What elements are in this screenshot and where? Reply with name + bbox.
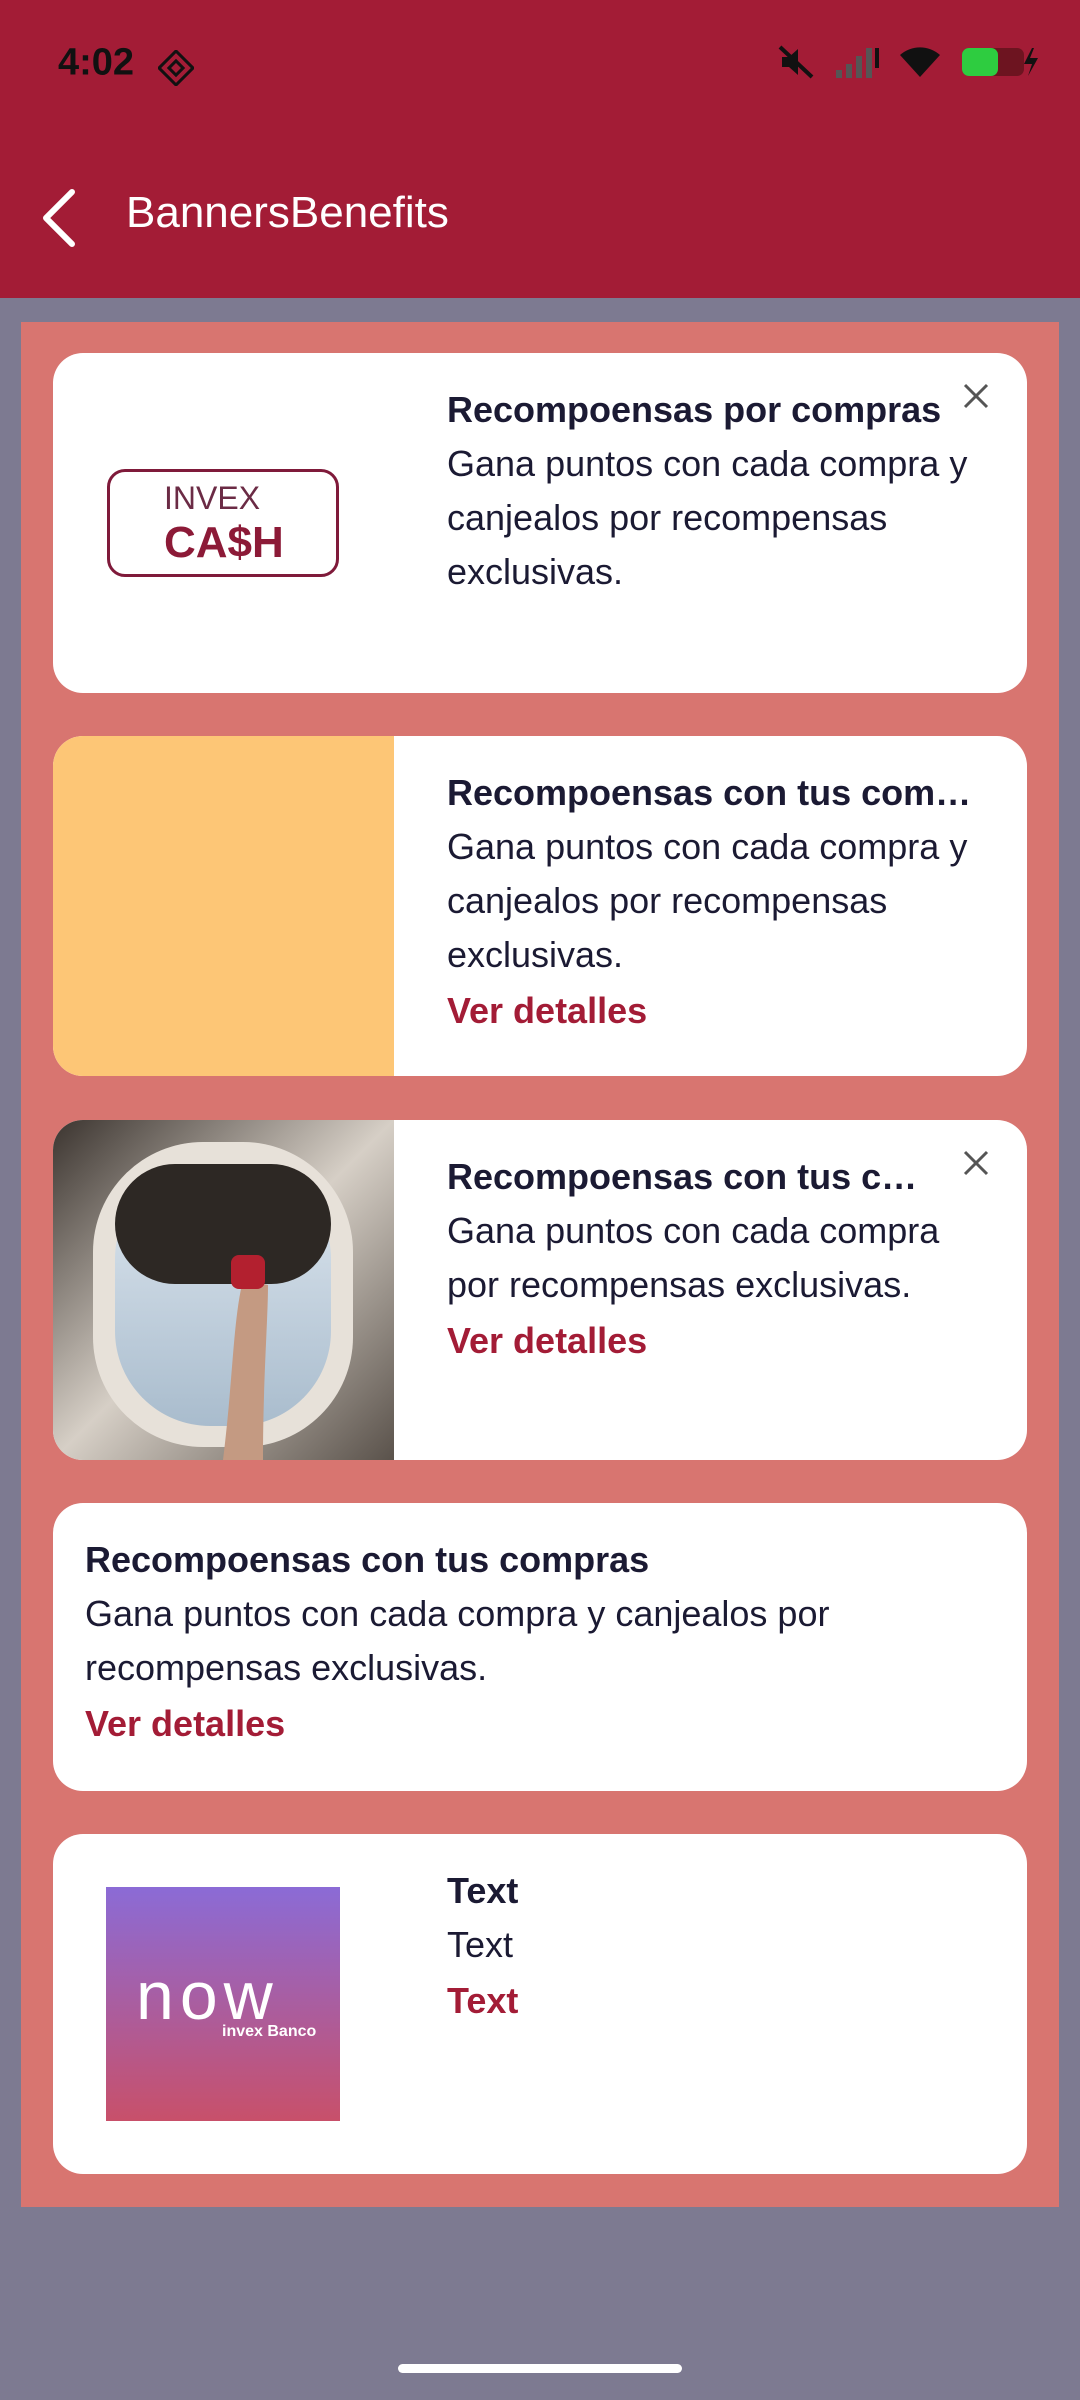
mute-icon: [778, 45, 814, 79]
banner-card[interactable]: INVEX CA$H Recompoensas por compras Gana…: [53, 353, 1027, 693]
invex-cash-logo: INVEX CA$H: [107, 469, 339, 577]
banner-title: Recompoensas con tus compras: [447, 1156, 987, 1197]
details-link[interactable]: Ver detalles: [447, 990, 987, 1032]
banner-title: Text: [447, 1870, 519, 1911]
details-link[interactable]: Ver detalles: [85, 1703, 987, 1745]
page-title: BannersBenefits: [126, 188, 449, 237]
wifi-icon: [900, 47, 940, 77]
banner-description: Gana puntos con cada compra y canjealos …: [447, 443, 968, 592]
back-button[interactable]: [40, 178, 90, 258]
banner-card[interactable]: now invex Banco Text Text Text: [53, 1834, 1027, 2174]
banner-title: Recompoensas con tus compras: [447, 772, 987, 813]
nfc-icon: [158, 50, 194, 86]
banner-description: Gana puntos con cada compra por recompen…: [447, 1210, 940, 1305]
signal-icon: [836, 48, 879, 78]
banner-card[interactable]: Recompoensas con tus compras Gana puntos…: [53, 736, 1027, 1076]
banner-card[interactable]: Recompoensas con tus compras Gana puntos…: [53, 1120, 1027, 1460]
banner-image: [53, 736, 394, 1076]
chevron-left-icon: [43, 189, 75, 247]
close-icon[interactable]: [959, 1146, 993, 1180]
home-indicator[interactable]: [398, 2364, 682, 2373]
now-invex-logo: now invex Banco: [106, 1887, 340, 2121]
details-link[interactable]: Text: [447, 1980, 987, 2022]
banner-title: Recompoensas por compras: [447, 389, 942, 430]
banner-description: Gana puntos con cada compra y canjealos …: [85, 1593, 830, 1688]
close-icon[interactable]: [959, 379, 993, 413]
banner-description: Text: [447, 1924, 514, 1965]
banner-description: Gana puntos con cada compra y canjealos …: [447, 826, 968, 975]
banner-card[interactable]: Recompoensas con tus compras Gana puntos…: [53, 1503, 1027, 1791]
banners-panel: INVEX CA$H Recompoensas por compras Gana…: [21, 322, 1059, 2207]
status-icons: [778, 44, 1040, 80]
banner-title: Recompoensas con tus compras: [85, 1539, 650, 1580]
airplane-window-image: [53, 1120, 394, 1460]
status-time: 4:02: [58, 41, 135, 84]
battery-icon: [962, 48, 1038, 76]
details-link[interactable]: Ver detalles: [447, 1320, 987, 1362]
app-bar: 4:02 BannersBenefits: [0, 0, 1080, 298]
